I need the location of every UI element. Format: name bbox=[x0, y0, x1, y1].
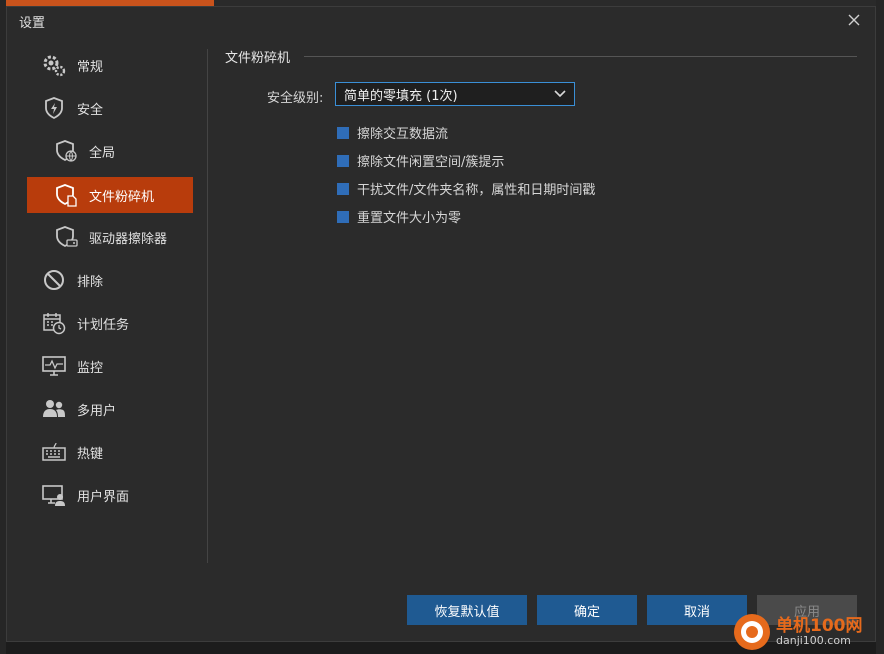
sidebar-item-hotkeys[interactable]: 热键 bbox=[41, 434, 191, 470]
checkbox[interactable] bbox=[337, 154, 349, 167]
users-icon bbox=[41, 396, 67, 422]
sidebar-item-scheduled-tasks[interactable]: 计划任务 bbox=[41, 305, 191, 341]
section-title: 文件粉碎机 bbox=[225, 51, 291, 66]
sidebar-item-monitor[interactable]: 监控 bbox=[41, 348, 191, 384]
no-entry-icon bbox=[41, 267, 67, 293]
chevron-down-icon bbox=[554, 90, 566, 98]
sidebar-item-label: 全局 bbox=[89, 145, 116, 161]
security-level-value: 简单的零填充 (1次) bbox=[344, 88, 458, 104]
watermark: 单机100网 danji100.com bbox=[734, 610, 884, 654]
sidebar-item-label: 用户界面 bbox=[77, 489, 130, 505]
watermark-url: danji100.com bbox=[776, 634, 851, 647]
shield-bolt-icon bbox=[41, 95, 67, 121]
option-erase-ads[interactable]: 擦除交互数据流 bbox=[337, 123, 448, 142]
monitor-icon bbox=[41, 353, 67, 379]
display-user-icon bbox=[41, 482, 67, 508]
sidebar-item-label: 常规 bbox=[77, 59, 104, 75]
title-bar: 设置 bbox=[7, 7, 875, 35]
background-right-edge bbox=[876, 0, 884, 654]
section-divider bbox=[304, 56, 857, 57]
sidebar-item-security[interactable]: 安全 bbox=[41, 90, 191, 126]
sidebar-divider bbox=[207, 49, 208, 563]
ok-button[interactable]: 确定 bbox=[537, 595, 637, 625]
sidebar-item-label: 热键 bbox=[77, 446, 104, 462]
watermark-title: 单机100网 bbox=[776, 616, 863, 636]
option-label: 重置文件大小为零 bbox=[357, 211, 462, 226]
sidebar-item-label: 排除 bbox=[77, 274, 104, 290]
checkbox[interactable] bbox=[337, 126, 349, 139]
dialog-title: 设置 bbox=[19, 16, 46, 31]
restore-defaults-button[interactable]: 恢复默认值 bbox=[407, 595, 527, 625]
sidebar-item-user-interface[interactable]: 用户界面 bbox=[41, 477, 191, 513]
sidebar-item-global[interactable]: 全局 bbox=[53, 133, 191, 169]
sidebar-item-exclusions[interactable]: 排除 bbox=[41, 262, 191, 298]
shield-file-icon bbox=[53, 182, 79, 208]
sidebar-item-multi-user[interactable]: 多用户 bbox=[41, 391, 191, 427]
option-label: 擦除交互数据流 bbox=[357, 127, 449, 142]
checkbox[interactable] bbox=[337, 182, 349, 195]
close-icon bbox=[848, 14, 860, 26]
sidebar-item-label: 文件粉碎机 bbox=[89, 189, 155, 205]
sidebar-item-general[interactable]: 常规 bbox=[41, 47, 191, 83]
close-button[interactable] bbox=[843, 9, 865, 31]
cancel-button[interactable]: 取消 bbox=[647, 595, 747, 625]
option-label: 擦除文件闲置空间/簇提示 bbox=[357, 155, 505, 170]
shield-drive-icon bbox=[53, 224, 79, 250]
option-label: 干扰文件/文件夹名称，属性和日期时间戳 bbox=[357, 183, 596, 198]
sidebar-item-label: 监控 bbox=[77, 360, 104, 376]
checkbox[interactable] bbox=[337, 210, 349, 223]
sidebar-item-label: 安全 bbox=[77, 102, 104, 118]
gears-icon bbox=[41, 52, 67, 78]
option-obfuscate-names[interactable]: 干扰文件/文件夹名称，属性和日期时间戳 bbox=[337, 179, 595, 198]
sidebar-item-drive-wiper[interactable]: 驱动器擦除器 bbox=[53, 219, 191, 255]
option-erase-slack-space[interactable]: 擦除文件闲置空间/簇提示 bbox=[337, 151, 504, 170]
sidebar-item-label: 计划任务 bbox=[77, 317, 130, 333]
keyboard-icon bbox=[41, 439, 67, 465]
settings-dialog: 设置 常规 安全 全局 文件粉碎机 驱动器擦除器 排除 计划任务 监控 多用户 … bbox=[6, 6, 876, 642]
security-level-select[interactable]: 简单的零填充 (1次) bbox=[335, 82, 575, 106]
security-level-label: 安全级别: bbox=[267, 91, 324, 106]
sidebar-item-label: 驱动器擦除器 bbox=[89, 231, 168, 247]
option-reset-size[interactable]: 重置文件大小为零 bbox=[337, 207, 461, 226]
watermark-logo-icon bbox=[734, 614, 770, 650]
shield-globe-icon bbox=[53, 138, 79, 164]
sidebar-item-label: 多用户 bbox=[77, 403, 117, 419]
section-header: 文件粉碎机 bbox=[225, 47, 857, 66]
calendar-clock-icon bbox=[41, 310, 67, 336]
sidebar-item-file-shredder[interactable]: 文件粉碎机 bbox=[27, 177, 193, 213]
